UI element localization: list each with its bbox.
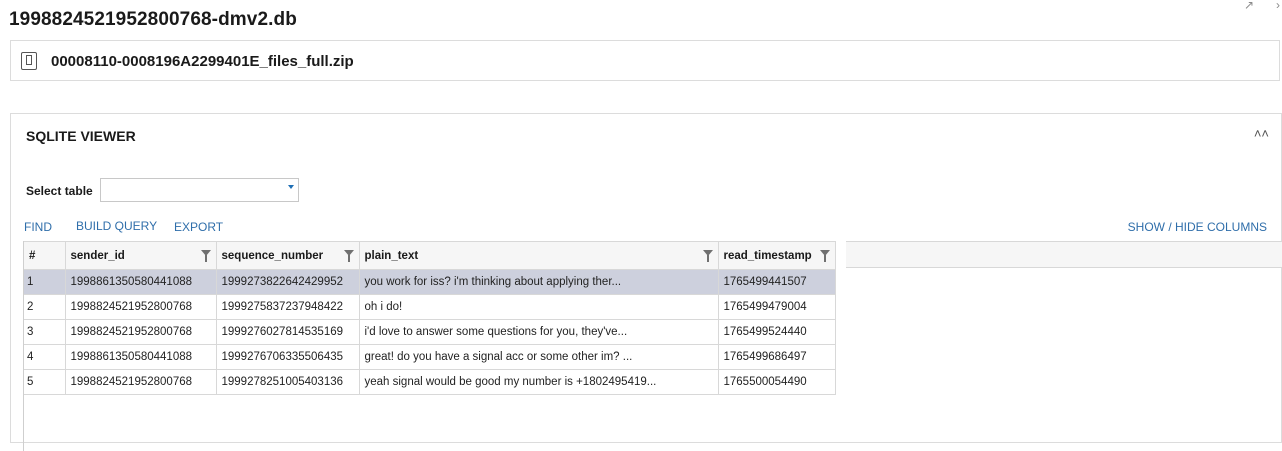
column-label: sequence_number (221, 249, 324, 262)
cell-plain-text: yeah signal would be good my number is +… (359, 369, 719, 395)
find-button[interactable]: FIND (24, 220, 52, 234)
chevron-down-icon (288, 185, 294, 189)
cell-plain-text: great! do you have a signal acc or some … (359, 344, 719, 370)
cell-sequence-number: 1999275837237948422 (216, 294, 360, 320)
cell-sequence-number: 1999278251005403136 (216, 369, 360, 395)
cell-sender-id: 1998824521952800768 (65, 319, 217, 345)
cell-sequence-number: 1999276706335506435 (216, 344, 360, 370)
file-source-bar: 00008110-0008196A2299401E_files_full.zip (10, 40, 1280, 81)
cell-plain-text: oh i do! (359, 294, 719, 320)
cell-sender-id: 1998861350580441088 (65, 344, 217, 370)
page-title: 1998824521952800768-dmv2.db (9, 9, 297, 30)
cell-read-timestamp: 1765499441507 (718, 269, 836, 295)
column-header-index[interactable]: # (24, 241, 66, 270)
pin-icon[interactable]: ↗ (1244, 0, 1254, 12)
cell-index: 3 (24, 319, 66, 345)
cell-read-timestamp: 1765499686497 (718, 344, 836, 370)
table-row[interactable]: 1 1998861350580441088 199927382264242995… (24, 269, 836, 295)
table-row[interactable]: 4 1998861350580441088 199927670633550643… (24, 344, 836, 370)
cell-plain-text: you work for iss? i'm thinking about app… (359, 269, 719, 295)
cell-index: 4 (24, 344, 66, 370)
sqlite-viewer-panel: SQLITE VIEWER ˄˄ Select table FIND BUILD… (10, 113, 1282, 451)
cell-sender-id: 1998824521952800768 (65, 369, 217, 395)
filter-icon[interactable] (819, 250, 830, 262)
file-name: 00008110-0008196A2299401E_files_full.zip (51, 53, 354, 70)
cell-index: 2 (24, 294, 66, 320)
column-label: read_timestamp (723, 249, 812, 262)
cell-sender-id: 1998861350580441088 (65, 269, 217, 295)
cell-index: 1 (24, 269, 66, 295)
cell-sequence-number: 1999273822642429952 (216, 269, 360, 295)
table-row[interactable]: 2 1998824521952800768 199927583723794842… (24, 294, 836, 320)
table-row[interactable]: 3 1998824521952800768 199927602781453516… (24, 319, 836, 345)
filter-icon[interactable] (343, 250, 354, 262)
results-table: # sender_id sequence_number plain_text r… (24, 241, 836, 395)
export-button[interactable]: EXPORT (174, 220, 223, 234)
cell-plain-text: i'd love to answer some questions for yo… (359, 319, 719, 345)
column-header-sender-id[interactable]: sender_id (65, 241, 217, 270)
cell-sequence-number: 1999276027814535169 (216, 319, 360, 345)
column-header-read-timestamp[interactable]: read_timestamp (718, 241, 836, 270)
cell-read-timestamp: 1765500054490 (718, 369, 836, 395)
table-row[interactable]: 5 1998824521952800768 199927825100540313… (24, 369, 836, 395)
table-header-row: # sender_id sequence_number plain_text r… (24, 241, 836, 270)
data-grid: # sender_id sequence_number plain_text r… (23, 241, 1282, 451)
cell-read-timestamp: 1765499479004 (718, 294, 836, 320)
filter-icon[interactable] (702, 250, 713, 262)
column-label: sender_id (70, 249, 125, 262)
column-header-sequence-number[interactable]: sequence_number (216, 241, 360, 270)
select-table-dropdown[interactable] (100, 178, 299, 202)
close-icon[interactable]: › (1276, 0, 1280, 12)
double-chevron-up-icon[interactable]: ˄˄ (1254, 126, 1269, 141)
cell-sender-id: 1998824521952800768 (65, 294, 217, 320)
column-header-plain-text[interactable]: plain_text (359, 241, 719, 270)
filter-icon[interactable] (200, 250, 211, 262)
grid-header-filler (846, 241, 1282, 268)
column-label: # (29, 249, 36, 262)
phone-icon (21, 52, 37, 70)
cell-index: 5 (24, 369, 66, 395)
select-table-label: Select table (26, 184, 93, 198)
panel-title: SQLITE VIEWER (26, 128, 136, 144)
column-label: plain_text (364, 249, 419, 262)
show-hide-columns-button[interactable]: SHOW / HIDE COLUMNS (1128, 220, 1267, 234)
build-query-button[interactable]: BUILD QUERY (76, 219, 157, 233)
cell-read-timestamp: 1765499524440 (718, 319, 836, 345)
